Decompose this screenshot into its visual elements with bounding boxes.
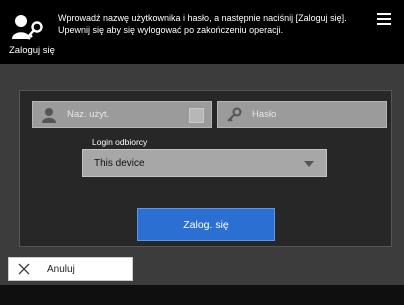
hamburger-menu-icon[interactable] (377, 13, 391, 25)
password-placeholder: Hasło (252, 109, 277, 120)
bottom-bar (0, 285, 404, 305)
chevron-down-icon (304, 161, 314, 167)
user-icon (42, 108, 56, 123)
login-panel: Naz. użyt. Hasło Login odbiorcy This dev… (19, 90, 392, 247)
cancel-button[interactable]: Anuluj (8, 257, 133, 281)
menu-line (377, 23, 391, 25)
menu-line (377, 18, 391, 20)
cancel-label: Anuluj (47, 264, 75, 275)
header-bar: Wprowadź nazwę użytkownika i hasło, a na… (0, 0, 404, 64)
dropdown-icon[interactable] (189, 108, 204, 123)
close-icon (18, 263, 30, 275)
destination-select[interactable]: This device (82, 149, 327, 177)
instruction-line-1: Wprowadź nazwę użytkownika i hasło, a na… (58, 13, 347, 23)
user-key-icon (12, 15, 43, 40)
destination-label: Login odbiorcy (92, 137, 148, 147)
menu-line (377, 13, 391, 15)
key-icon (227, 107, 242, 122)
instruction-message: Wprowadź nazwę użytkownika i hasło, a na… (58, 12, 363, 36)
login-button[interactable]: Zalog. się (137, 208, 275, 241)
destination-value: This device (94, 158, 145, 169)
username-placeholder: Naz. użyt. (67, 109, 110, 120)
instruction-line-2: Upewnij się aby się wylogować po zakończ… (58, 25, 284, 35)
password-field[interactable]: Hasło (217, 101, 387, 128)
username-field[interactable]: Naz. użyt. (32, 101, 212, 128)
main-area: Naz. użyt. Hasło Login odbiorcy This dev… (0, 64, 404, 305)
page-title: Zaloguj się (9, 45, 55, 56)
